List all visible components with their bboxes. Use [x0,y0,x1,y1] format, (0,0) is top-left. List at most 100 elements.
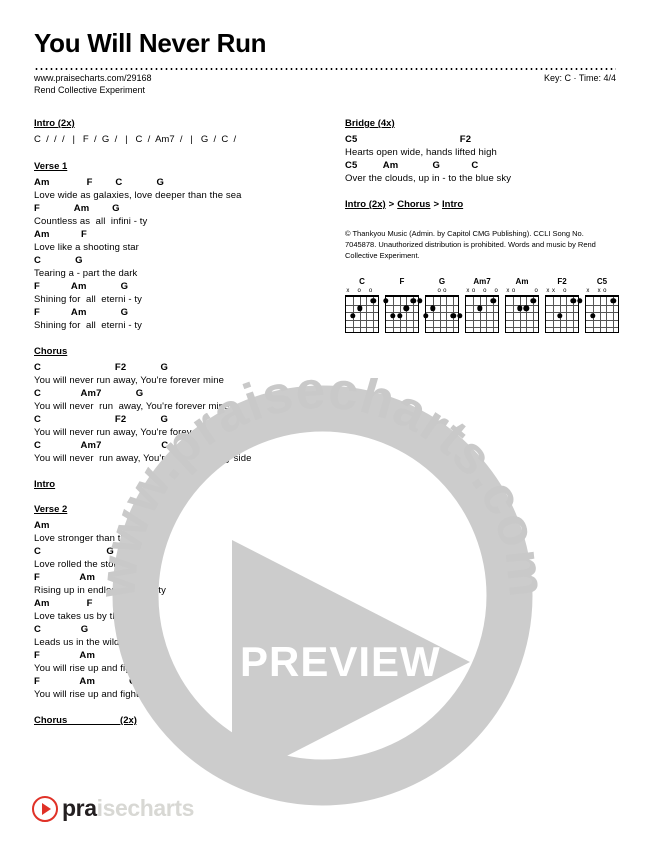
chord-diagram-name: C [359,277,365,286]
fret-line [506,304,538,306]
fretboard-grid [345,295,379,333]
string-marker [613,288,619,295]
lyric-line: You will never run away, You're forever … [34,427,224,438]
lyric-line: Shining for all eterni - ty [34,294,142,305]
flow-separator: > [388,199,395,210]
string-marker: o [494,288,498,294]
fret-line [586,319,618,321]
chord-line: F Am G [34,650,137,661]
fretboard-grid [465,295,499,333]
finger-dot [570,298,576,304]
section-heading-verse-1: Verse 1 [34,161,68,172]
lyric-line: Love wide as galaxies, love deeper than … [34,190,242,201]
fret-line [506,327,538,329]
finger-dot [516,305,523,312]
chord-diagram-row: Cx o o F Go o Am7 x o o o Am x o o F2 x x o C5 x x o [345,277,619,333]
finger-dot [417,298,423,304]
fretboard-grid [505,295,539,333]
finger-dot [383,298,389,304]
logo-wordmark: praisecharts [62,795,194,822]
chord-line: C F2 G [34,414,169,425]
lyric-line: Love like a shooting star [34,242,139,253]
finger-dot [350,313,356,319]
chord-line: F Am G [34,203,120,214]
chord-diagram-g: Goo [423,277,463,333]
artist-name: Rend Collective Experiment [34,85,146,95]
chord-line: C G [34,546,114,557]
lyric-line: You will rise up and fight in me [34,663,166,674]
flow-item: Chorus [397,199,431,210]
fret-line [466,319,498,321]
lyric-line: You will never run away, You're forever … [34,375,224,386]
string-marker: o [534,288,538,294]
page-title: You Will Never Run [34,28,267,58]
chord-diagram-name: Am7 [473,277,491,286]
intro-progression: C / / / | F / G / | C / Am7 / | G / C / [34,134,237,145]
chord-line: F Am G [34,307,129,318]
fretboard-grid [423,295,463,333]
chord-string-markers: oo [425,288,459,295]
bridge-body: C5 F2 Hearts open wide, hands lifted high… [345,133,617,185]
finger-dot [476,305,483,312]
finger-dot [396,313,403,319]
fret-line [506,312,538,314]
lyric-line: Over the clouds, up in - to the blue sky [345,173,512,184]
chord-line: Am F [34,598,93,609]
chord-string-markers: xxo [545,288,579,295]
chord-line: C5 Am G C [345,160,479,171]
lyric-line: You will never run away, You're forever … [34,401,230,412]
flow-item: Intro [442,199,464,210]
lyric-line: Love takes us by the hand [34,611,148,622]
finger-dot [450,313,456,319]
section-heading-intro-reprise: Intro [34,479,56,490]
chord-diagram-name: F [399,277,405,286]
lyric-line: You will rise up and fight in me [34,689,166,700]
chord-line: Am F [34,229,87,240]
finger-dot [370,298,376,304]
finger-dot [610,298,616,304]
finger-dot [457,313,463,319]
finger-dot [390,313,396,319]
header-divider [34,68,616,70]
verse-2-body: Am Love stronger than the grave C G Love ro… [34,519,324,701]
chord-diagram-name: C5 [596,277,608,286]
fretboard-grid [545,295,583,333]
lyric-line: You will never run away, You're always b… [34,453,252,464]
fretboard-grid [383,295,423,333]
chord-diagram-name: G [438,277,446,286]
chord-line: Am F C G [34,177,165,188]
string-marker [373,288,379,295]
chord-line: F Am G [34,572,146,583]
fret-line [386,304,418,306]
fretboard-grid [585,295,619,333]
chord-line: C G [34,255,83,266]
fret-line [586,304,618,306]
left-column: Intro (2x) C / / / | F / G / | C / Am7 /… [34,118,324,730]
song-flow: Intro (2x) > Chorus > Intro [345,199,617,210]
chord-line: C Am7 C [34,440,169,451]
flow-separator: > [433,199,440,210]
finger-dot [356,305,363,312]
chord-line: C5 F2 [345,134,472,145]
finger-dot [530,298,536,304]
fret-line [386,327,418,329]
section-heading-verse-2: Verse 2 [34,504,68,515]
flow-item: Intro (2x) [345,199,386,210]
fret-line [386,319,418,321]
chorus-body: C F2 G You will never run away, You're fo… [34,361,324,465]
fret-line [346,319,378,321]
string-marker [573,288,579,295]
fret-line [546,319,578,321]
chord-line: F Am G [34,281,129,292]
fret-line [466,304,498,306]
right-column: Bridge (4x) C5 F2 Hearts open wide, hands… [345,118,619,333]
chord-string-markers: xoo [505,288,539,295]
logo-text-faded: isecharts [96,795,195,821]
play-circle-icon [32,795,58,822]
verse-1-body: Am F C G Love wide as galaxies, love deep… [34,176,324,332]
finger-dot [523,305,530,312]
lyric-line: Love rolled the stone away [34,559,150,570]
fret-line [546,312,578,314]
finger-dot [430,305,436,312]
finger-dot [490,298,496,304]
